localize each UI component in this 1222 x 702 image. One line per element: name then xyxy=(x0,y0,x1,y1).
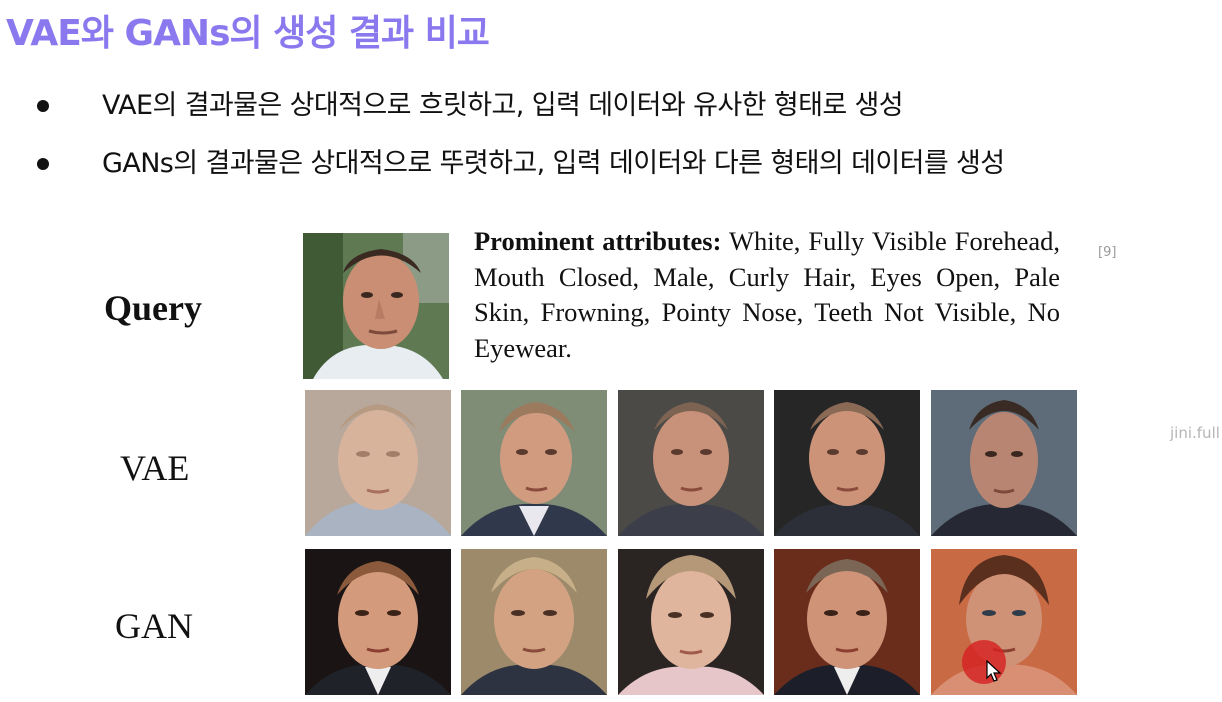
gan-result-image xyxy=(305,549,451,695)
vae-result-image xyxy=(931,390,1077,536)
row-label-vae: VAE xyxy=(120,448,190,488)
gan-result-image xyxy=(774,549,920,695)
row-label-query: Query xyxy=(104,288,202,328)
query-face-image xyxy=(303,233,449,379)
row-label-gan: GAN xyxy=(115,606,193,646)
slide-title: VAE와 GANs의 생성 결과 비교 xyxy=(6,13,490,54)
vae-result-image xyxy=(618,390,764,536)
bullet-text: VAE의 결과물은 상대적으로 흐릿하고, 입력 데이터와 유사한 형태로 생성 xyxy=(102,90,904,121)
vae-result-image xyxy=(774,390,920,536)
gan-result-image xyxy=(931,549,1077,695)
vae-result-image xyxy=(305,390,451,536)
mouse-pointer-icon xyxy=(986,660,1002,682)
citation-label: [9] xyxy=(1098,245,1117,260)
bullet-text: GANs의 결과물은 상대적으로 뚜렷하고, 입력 데이터와 다른 형태의 데이… xyxy=(102,148,1005,179)
watermark-text: jini.full xyxy=(1170,424,1220,442)
gan-result-image xyxy=(618,549,764,695)
attributes-caption: Prominent attributes: White, Fully Visib… xyxy=(474,224,1060,366)
vae-result-image xyxy=(461,390,607,536)
gan-result-image xyxy=(461,549,607,695)
attributes-label: Prominent attributes: xyxy=(474,226,722,256)
bullet-dot-icon xyxy=(37,158,49,170)
bullet-dot-icon xyxy=(37,100,49,112)
